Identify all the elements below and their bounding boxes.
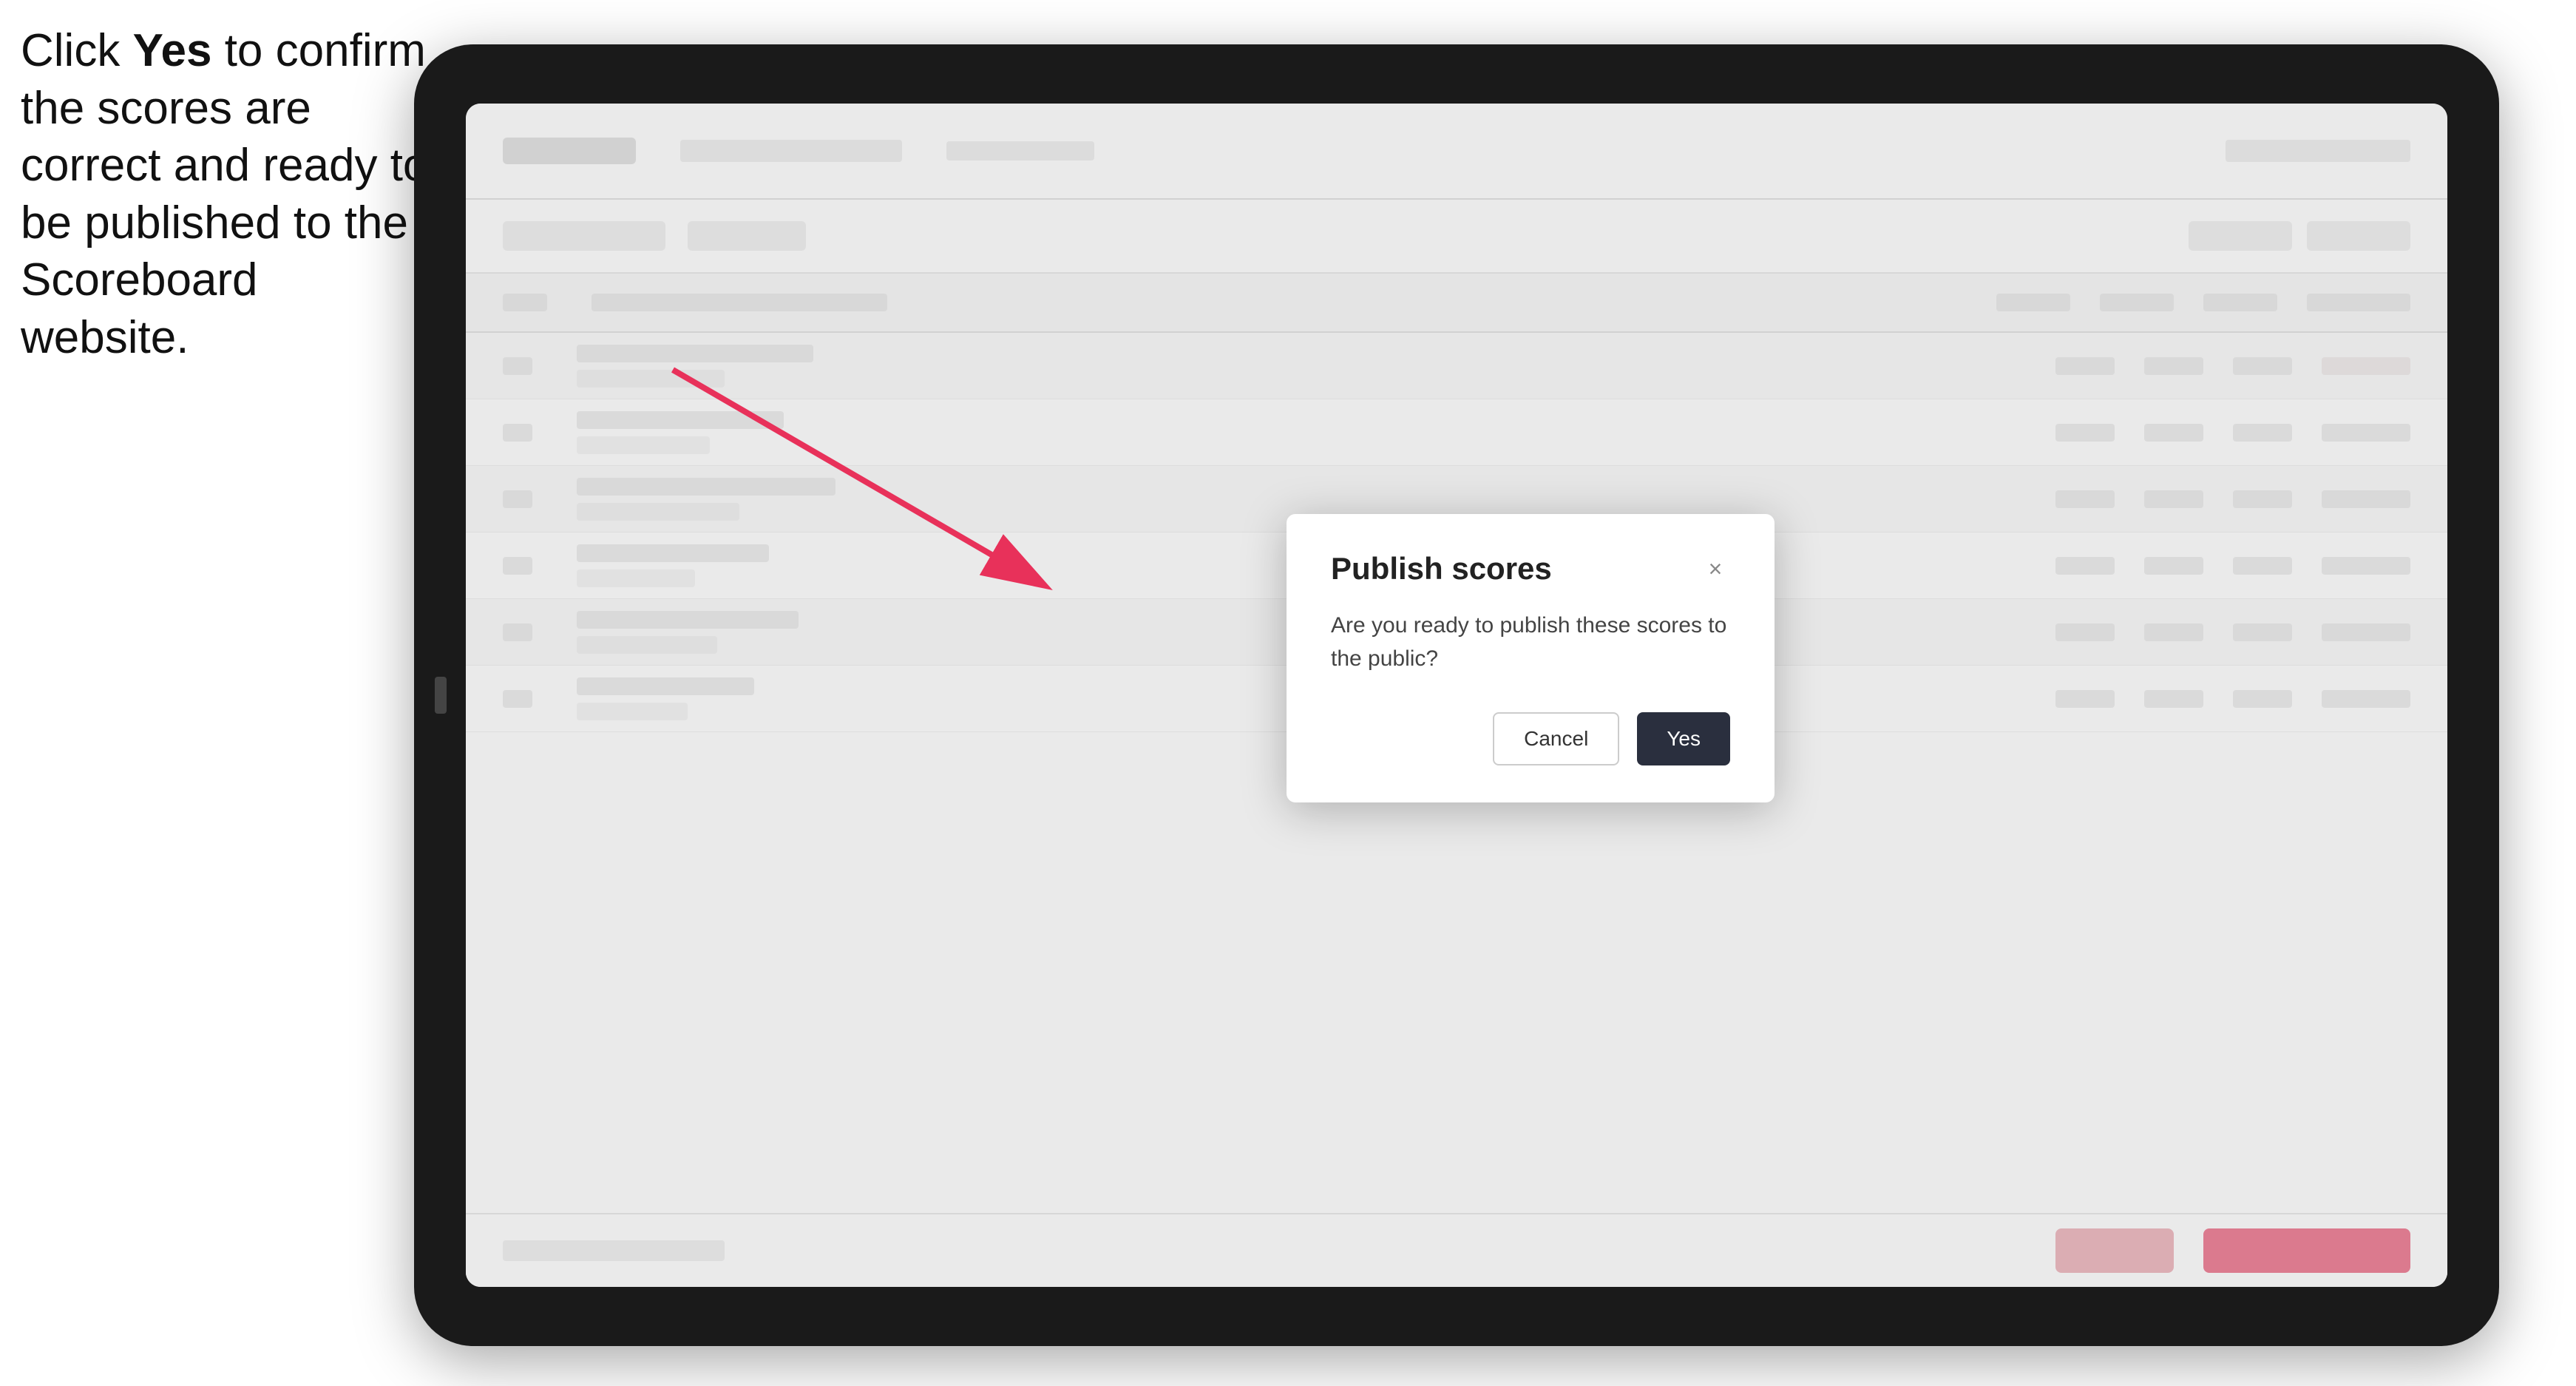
bold-yes: Yes (133, 25, 212, 76)
modal-close-button[interactable]: × (1701, 554, 1730, 584)
modal-title-row: Publish scores × (1331, 551, 1730, 586)
tablet-screen: Publish scores × Are you ready to publis… (466, 104, 2447, 1287)
modal-body-text: Are you ready to publish these scores to… (1331, 609, 1730, 675)
modal-footer: Cancel Yes (1331, 712, 1730, 765)
modal-title: Publish scores (1331, 551, 1552, 586)
cancel-button[interactable]: Cancel (1493, 712, 1619, 765)
yes-button[interactable]: Yes (1637, 712, 1730, 765)
instruction-text: Click Yes to confirm the scores are corr… (21, 22, 435, 366)
tablet-camera (435, 677, 447, 714)
modal-overlay: Publish scores × Are you ready to publis… (466, 104, 2447, 1287)
publish-scores-dialog: Publish scores × Are you ready to publis… (1287, 514, 1775, 802)
tablet-device: Publish scores × Are you ready to publis… (414, 44, 2499, 1346)
